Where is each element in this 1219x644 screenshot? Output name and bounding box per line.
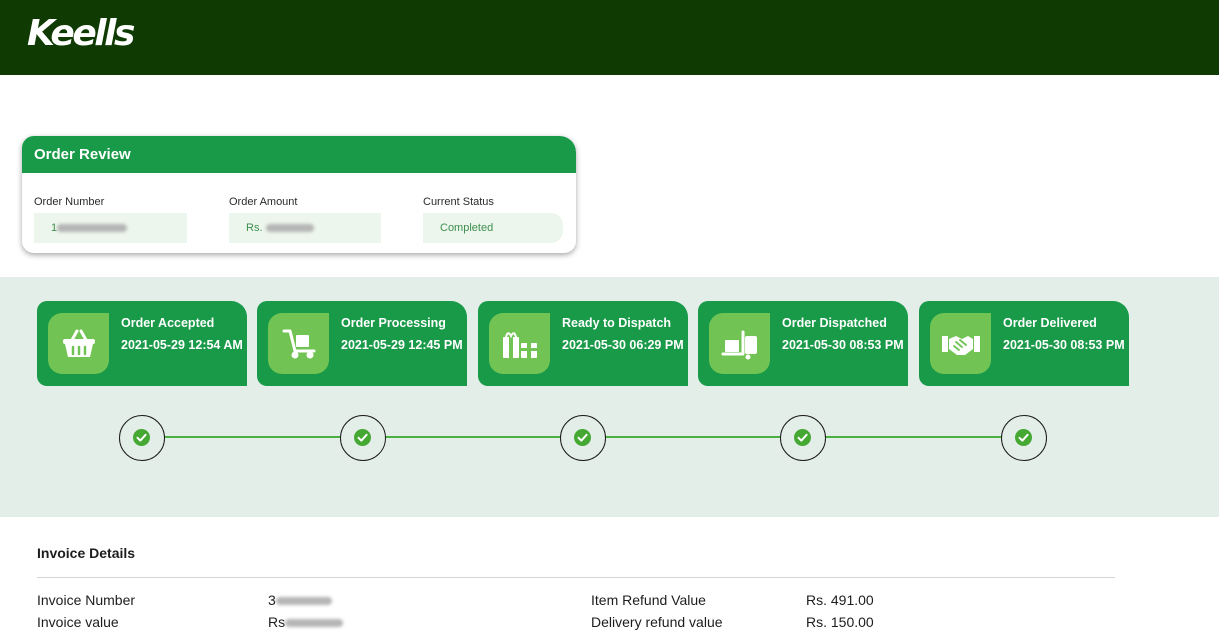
stage-order-dispatched: Order Dispatched 2021-05-30 08:53 PM	[698, 301, 908, 386]
order-amount-label: Order Amount	[229, 196, 298, 208]
order-number-label: Order Number	[34, 196, 105, 208]
stage-date: 2021-05-30 06:29 PM	[562, 338, 684, 352]
top-bar: Keells	[0, 0, 1219, 75]
forklift-icon	[709, 313, 770, 374]
order-tracker: Order Accepted 2021-05-29 12:54 AM Order…	[0, 277, 1219, 517]
stage-order-accepted: Order Accepted 2021-05-29 12:54 AM	[37, 301, 247, 386]
step-indicator-5	[1001, 415, 1047, 461]
delivery-refund-value: Rs. 150.00	[806, 614, 874, 630]
stage-date: 2021-05-30 08:53 PM	[1003, 338, 1125, 352]
invoice-number-label: Invoice Number	[37, 592, 136, 608]
order-amount-value-box: Rs.	[229, 213, 381, 243]
handshake-icon	[930, 313, 991, 374]
stage-date: 2021-05-29 12:45 PM	[341, 338, 463, 352]
order-amount-value: Rs.	[246, 222, 263, 234]
current-status-label: Current Status	[423, 196, 494, 208]
redacted-blur	[265, 224, 314, 233]
hand-truck-icon	[268, 313, 329, 374]
invoice-number-value: 3	[268, 592, 332, 608]
check-icon	[1015, 429, 1032, 446]
order-review-header: Order Review	[22, 136, 576, 173]
step-indicator-4	[780, 415, 826, 461]
current-status-field: Current Status Completed	[423, 196, 563, 243]
delivery-refund-label: Delivery refund value	[591, 614, 723, 630]
step-indicator-3	[560, 415, 606, 461]
stage-date: 2021-05-29 12:54 AM	[121, 338, 243, 352]
item-refund-value: Rs. 491.00	[806, 592, 874, 608]
stage-title: Order Accepted	[121, 316, 215, 330]
invoice-number-text: 3	[268, 592, 276, 608]
order-review-card: Order Review Order Number 1 Order Amount…	[22, 136, 576, 253]
stage-date: 2021-05-30 08:53 PM	[782, 338, 904, 352]
stage-title: Order Delivered	[1003, 316, 1097, 330]
redacted-blur	[285, 619, 344, 628]
item-refund-label: Item Refund Value	[591, 592, 706, 608]
invoice-value-text: Rs	[268, 614, 286, 630]
invoice-value-value: Rs	[268, 614, 344, 630]
check-icon	[133, 429, 150, 446]
invoice-value-label: Invoice value	[37, 614, 119, 630]
invoice-details-title: Invoice Details	[37, 545, 136, 561]
stage-title: Order Processing	[341, 316, 446, 330]
check-icon	[354, 429, 371, 446]
redacted-blur	[57, 224, 128, 233]
current-status-value: Completed	[423, 213, 563, 243]
divider	[37, 577, 1115, 578]
order-number-value-box: 1	[34, 213, 187, 243]
check-icon	[794, 429, 811, 446]
check-icon	[574, 429, 591, 446]
step-indicator-1	[119, 415, 165, 461]
order-number-field: Order Number 1	[34, 196, 187, 243]
step-indicator-2	[340, 415, 386, 461]
order-review-title: Order Review	[34, 146, 131, 163]
basket-icon	[48, 313, 109, 374]
stage-title: Ready to Dispatch	[562, 316, 672, 330]
stage-title: Order Dispatched	[782, 316, 887, 330]
stage-order-processing: Order Processing 2021-05-29 12:45 PM	[257, 301, 467, 386]
order-amount-field: Order Amount Rs.	[229, 196, 381, 243]
invoice-details-section: Invoice Details	[37, 545, 135, 561]
keells-logo[interactable]: Keells	[27, 12, 135, 56]
redacted-blur	[275, 597, 332, 606]
stage-ready-to-dispatch: Ready to Dispatch 2021-05-30 06:29 PM	[478, 301, 688, 386]
gift-boxes-icon	[489, 313, 550, 374]
stage-order-delivered: Order Delivered 2021-05-30 08:53 PM	[919, 301, 1129, 386]
